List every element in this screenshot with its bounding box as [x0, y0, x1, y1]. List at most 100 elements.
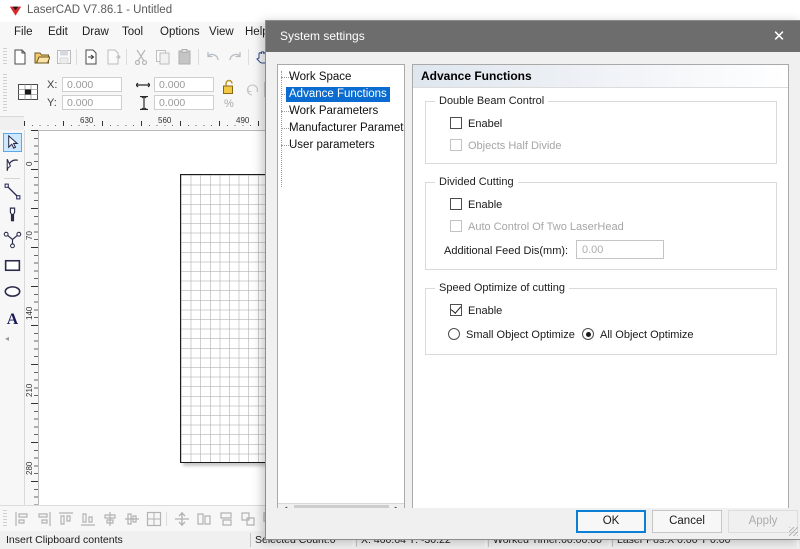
radio-dot-icon: [586, 332, 591, 337]
group-legend: Speed Optimize of cutting: [435, 282, 569, 294]
vruler-major-ticks: [31, 130, 38, 505]
anchor-grid-icon[interactable]: [17, 81, 39, 103]
line-tool[interactable]: [3, 182, 22, 201]
additional-feed-dis-label: Additional Feed Dis(mm):: [444, 245, 568, 257]
dialog-body: Work Space Advance Functions Work Parame…: [266, 52, 800, 508]
small-object-optimize-radio[interactable]: [448, 328, 460, 340]
settings-panel: Advance Functions Double Beam Control En…: [412, 64, 789, 520]
rectangle-tool[interactable]: [3, 256, 22, 275]
toolbar-separator: [76, 49, 77, 65]
align-left-icon[interactable]: [14, 511, 30, 527]
system-settings-dialog: System settings ✕ Work Space Advance Fun…: [265, 20, 800, 540]
speed-optimize-enable-label: Enable: [468, 305, 502, 317]
size-equal-both-icon[interactable]: [240, 511, 256, 527]
check-mark-icon: [451, 303, 461, 314]
drawing-tools-palette: A ◂: [0, 130, 25, 505]
height-input[interactable]: 0.000: [154, 95, 214, 110]
panel-header: Advance Functions: [413, 65, 788, 88]
align-center-vertical-icon[interactable]: [102, 511, 118, 527]
apply-button: Apply: [728, 510, 798, 533]
tree-item-user-parameters[interactable]: User parameters: [286, 138, 378, 153]
unlock-icon[interactable]: [222, 79, 236, 95]
save-icon: [56, 49, 72, 65]
export-icon: [105, 49, 121, 65]
panel-title: Advance Functions: [421, 69, 532, 83]
double-beam-enable-checkbox[interactable]: [450, 117, 462, 129]
pen-tool[interactable]: [3, 206, 22, 225]
ellipse-tool[interactable]: [3, 282, 22, 301]
group-legend: Divided Cutting: [435, 176, 518, 188]
tree-item-manufacturer-parameters[interactable]: Manufacturer Paramet: [286, 121, 406, 136]
toolbar-grip[interactable]: [3, 74, 7, 112]
align-top-icon[interactable]: [58, 511, 74, 527]
distribute-icon[interactable]: [174, 511, 190, 527]
settings-tree[interactable]: Work Space Advance Functions Work Parame…: [277, 64, 405, 520]
align-center-icon[interactable]: [146, 511, 162, 527]
x-label: X:: [47, 79, 57, 91]
objects-half-divide-label: Objects Half Divide: [468, 140, 562, 152]
copy-icon: [155, 49, 171, 65]
speed-optimize-enable-checkbox[interactable]: [450, 304, 462, 316]
group-legend: Double Beam Control: [435, 95, 548, 107]
redo-icon: [227, 49, 243, 65]
size-equal-height-icon[interactable]: [218, 511, 234, 527]
tree-item-work-space[interactable]: Work Space: [286, 70, 354, 85]
toolbar-grip[interactable]: [3, 510, 7, 528]
menu-tool[interactable]: Tool: [120, 26, 145, 38]
vertical-ruler[interactable]: 0 70 140 210 280: [24, 130, 39, 505]
dialog-footer: OK Cancel Apply: [266, 508, 800, 539]
divided-cutting-enable-label: Enable: [468, 199, 502, 211]
size-equal-width-icon[interactable]: [196, 511, 212, 527]
double-beam-enable-label: Enabel: [468, 118, 502, 130]
tree-item-advance-functions[interactable]: Advance Functions: [286, 87, 390, 102]
dialog-titlebar[interactable]: System settings ✕: [266, 21, 800, 52]
ok-button[interactable]: OK: [576, 510, 646, 533]
new-file-icon[interactable]: [12, 49, 28, 65]
menu-draw[interactable]: Draw: [80, 26, 111, 38]
close-icon[interactable]: ✕: [757, 21, 800, 52]
percent-label: %: [224, 98, 234, 110]
tools-separator: [4, 178, 20, 179]
align-right-icon[interactable]: [36, 511, 52, 527]
align-center-horizontal-icon[interactable]: [124, 511, 140, 527]
group-double-beam-control: Double Beam Control Enabel Objects Half …: [425, 101, 777, 164]
width-input[interactable]: 0.000: [154, 77, 214, 92]
menu-view[interactable]: View: [207, 26, 236, 38]
text-tool[interactable]: A: [3, 308, 22, 327]
cancel-button[interactable]: Cancel: [652, 510, 722, 533]
width-arrows-icon: [136, 81, 150, 89]
divided-cutting-enable-checkbox[interactable]: [450, 198, 462, 210]
bezier-curve-tool[interactable]: [3, 230, 22, 249]
menu-options[interactable]: Options: [158, 26, 202, 38]
select-arrow-tool[interactable]: [3, 133, 22, 152]
toolbar-separator: [248, 49, 249, 65]
status-hint: Insert Clipboard contents: [2, 533, 248, 547]
additional-feed-dis-input[interactable]: 0.00: [576, 240, 664, 259]
y-input[interactable]: 0.000: [62, 95, 122, 110]
cut-icon: [133, 49, 149, 65]
dialog-title: System settings: [280, 29, 365, 43]
tree-item-work-parameters[interactable]: Work Parameters: [286, 104, 381, 119]
node-edit-tool[interactable]: [3, 156, 22, 175]
open-folder-icon[interactable]: [34, 49, 50, 65]
toolbar-separator: [198, 49, 199, 65]
align-bottom-icon[interactable]: [80, 511, 96, 527]
menu-edit[interactable]: Edit: [46, 26, 70, 38]
import-icon[interactable]: [83, 49, 99, 65]
tools-collapse-icon[interactable]: ◂: [5, 334, 9, 343]
group-divided-cutting: Divided Cutting Enable Auto Control Of T…: [425, 182, 777, 270]
toolbar-separator: [126, 49, 127, 65]
auto-control-two-laserhead-label: Auto Control Of Two LaserHead: [468, 221, 624, 233]
auto-control-two-laserhead-checkbox: [450, 220, 462, 232]
toolbar-separator: [166, 512, 167, 526]
y-label: Y:: [47, 97, 57, 109]
x-input[interactable]: 0.000: [62, 77, 122, 92]
lasercad-logo-icon: [9, 5, 22, 18]
toolbar-grip[interactable]: [3, 48, 7, 66]
group-speed-optimize: Speed Optimize of cutting Enable Small O…: [425, 288, 777, 355]
tree-connector-line: [281, 71, 282, 187]
dialog-resize-grip[interactable]: [789, 527, 798, 536]
menu-file[interactable]: File: [12, 26, 35, 38]
height-arrows-icon: [140, 96, 148, 110]
all-object-optimize-radio[interactable]: [582, 328, 594, 340]
